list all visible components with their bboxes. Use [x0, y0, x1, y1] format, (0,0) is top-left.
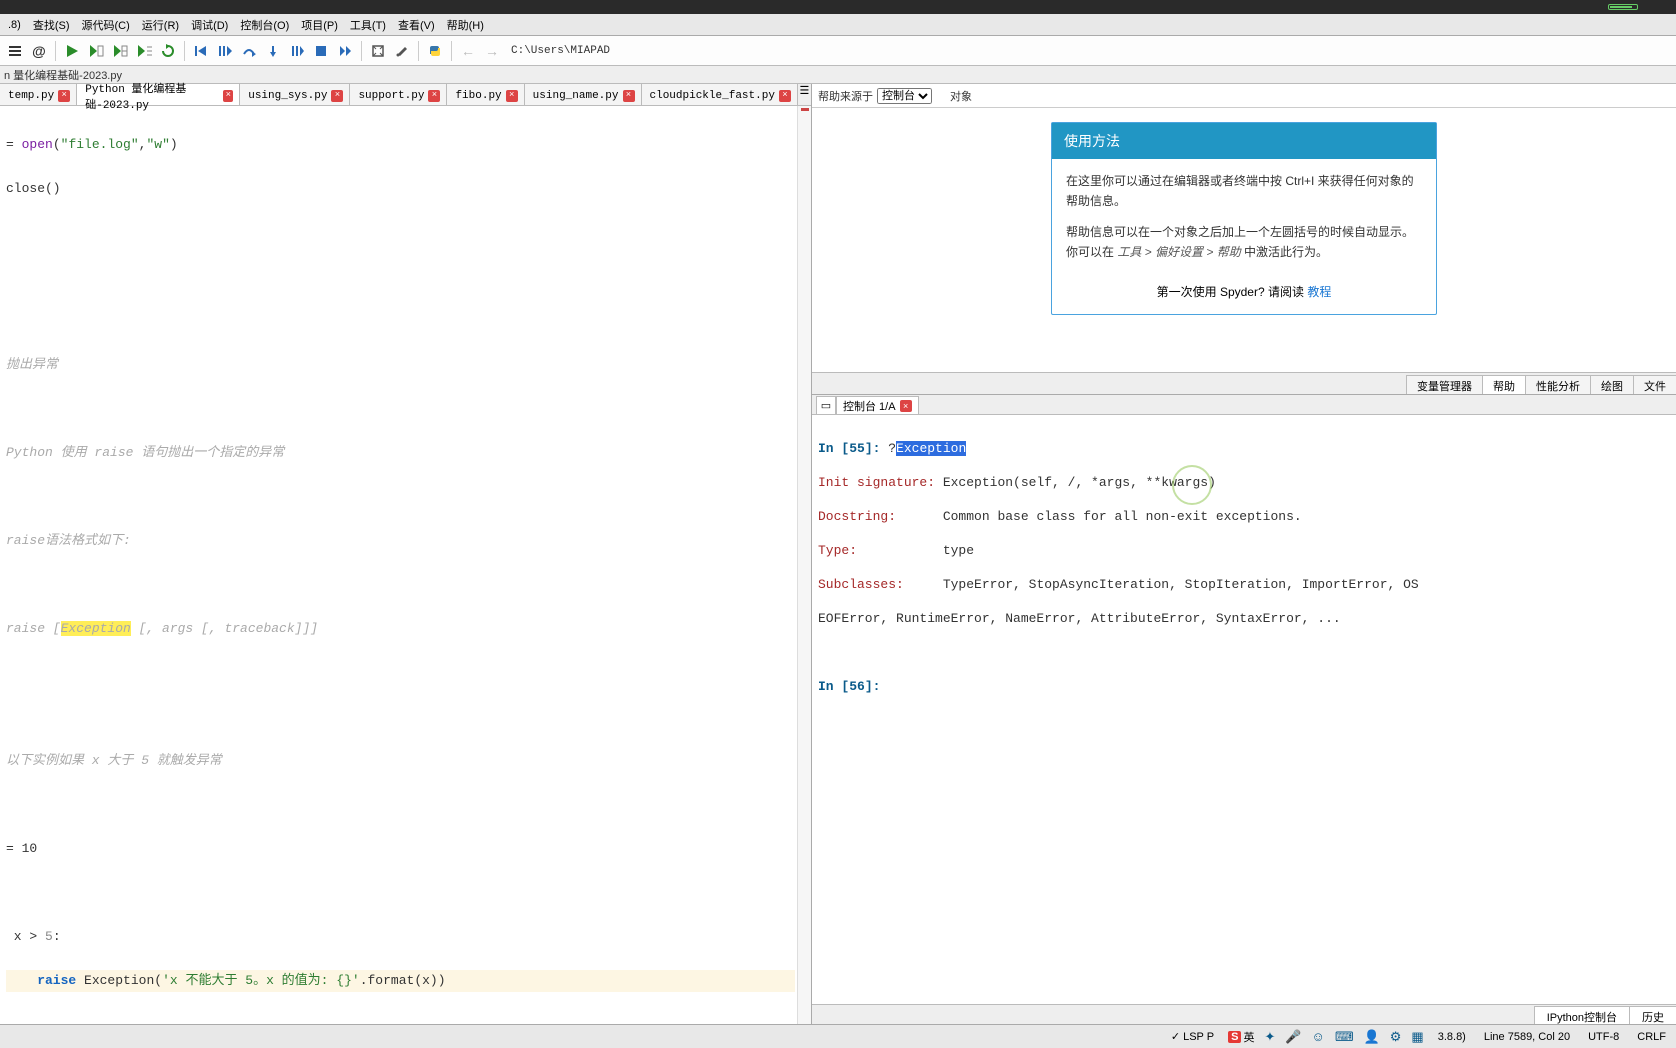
maximize-pane-button[interactable] — [367, 40, 389, 62]
status-encoding: UTF-8 — [1584, 1031, 1623, 1043]
console-bottom-tabs: IPython控制台 历史 — [812, 1004, 1676, 1024]
tab-menu-icon[interactable]: ☰ — [798, 84, 811, 105]
rerun-button[interactable] — [157, 40, 179, 62]
python-path-button[interactable] — [424, 40, 446, 62]
status-mic-icon[interactable]: 🎤 — [1285, 1029, 1301, 1045]
debug-step-button[interactable] — [214, 40, 236, 62]
status-icon-1[interactable]: ✦ — [1264, 1029, 1275, 1045]
scroll-gutter[interactable] — [797, 106, 811, 1024]
close-icon[interactable]: × — [506, 90, 518, 102]
nav-forward-button[interactable]: → — [481, 40, 503, 62]
status-eol: CRLF — [1633, 1031, 1670, 1043]
tab-cloudpickle[interactable]: cloudpickle_fast.py× — [642, 84, 798, 105]
tab-fibo[interactable]: fibo.py× — [447, 84, 524, 105]
status-keyboard-icon[interactable]: ⌨ — [1335, 1029, 1354, 1045]
run-cell-advance-button[interactable] — [109, 40, 131, 62]
close-icon[interactable]: × — [428, 90, 440, 102]
statusbar: ✓ LSP P S 英 ✦ 🎤 ☺ ⌨ 👤 ⚙ ▦ 3.8.8) Line 75… — [0, 1024, 1676, 1048]
tab-support[interactable]: support.py× — [350, 84, 447, 105]
tab-help[interactable]: 帮助 — [1482, 375, 1526, 394]
close-icon[interactable]: × — [623, 90, 635, 102]
debug-step-over-button[interactable] — [238, 40, 260, 62]
debug-stop-button[interactable] — [310, 40, 332, 62]
debug-continue-button[interactable] — [334, 40, 356, 62]
close-icon[interactable]: × — [779, 90, 791, 102]
tab-history[interactable]: 历史 — [1629, 1006, 1676, 1024]
close-icon[interactable]: × — [223, 90, 233, 102]
help-body: 使用方法 在这里你可以通过在编辑器或者终端中按 Ctrl+I 来获得任何对象的帮… — [812, 108, 1676, 372]
close-icon[interactable]: × — [58, 90, 70, 102]
menu-console[interactable]: 控制台(O) — [234, 17, 295, 33]
console-tabs: ▭ 控制台 1/A × — [812, 395, 1676, 415]
toolbar-at-icon[interactable]: @ — [28, 40, 50, 62]
battery-icon — [1608, 4, 1638, 10]
menu-find[interactable]: 查找(S) — [27, 17, 76, 33]
tab-variable-explorer[interactable]: 变量管理器 — [1406, 375, 1483, 394]
menu-help[interactable]: 帮助(H) — [441, 17, 490, 33]
tab-using-sys[interactable]: using_sys.py× — [240, 84, 350, 105]
console-options-icon[interactable]: ▭ — [816, 396, 836, 414]
tab-ipython-console[interactable]: IPython控制台 — [1534, 1006, 1630, 1024]
document-path-bar: n 量化编程基础-2023.py — [0, 66, 1676, 84]
right-panel: 帮助来源于 控制台 对象 使用方法 在这里你可以通过在编辑器或者终端中按 Ctr… — [812, 84, 1676, 1024]
help-tabs: 变量管理器 帮助 性能分析 绘图 文件 — [812, 372, 1676, 394]
status-lsp: ✓ LSP P — [1167, 1030, 1218, 1043]
tab-main-file[interactable]: Python 量化编程基础-2023.py× — [77, 84, 240, 105]
console-tab-1a[interactable]: 控制台 1/A × — [836, 396, 919, 414]
ipython-console[interactable]: In [55]: ?Exception Init signature: Exce… — [812, 415, 1676, 1004]
tab-plots[interactable]: 绘图 — [1590, 375, 1634, 394]
status-cursor-position: Line 7589, Col 20 — [1480, 1031, 1574, 1043]
title-fragment: .8) — [2, 19, 27, 31]
status-smile-icon[interactable]: ☺ — [1312, 1029, 1325, 1044]
help-object-label: 对象 — [950, 88, 972, 104]
main-toolbar: @ ← → C:\Users\MIAPAD — [0, 36, 1676, 66]
debug-step-first-button[interactable] — [190, 40, 212, 62]
help-card-title: 使用方法 — [1052, 123, 1436, 159]
menu-project[interactable]: 项目(P) — [295, 17, 344, 33]
run-button[interactable] — [61, 40, 83, 62]
menu-debug[interactable]: 调试(D) — [185, 17, 234, 33]
run-selection-button[interactable] — [133, 40, 155, 62]
tab-temp[interactable]: temp.py× — [0, 84, 77, 105]
menu-source[interactable]: 源代码(C) — [76, 17, 136, 33]
menu-tools[interactable]: 工具(T) — [344, 17, 392, 33]
window-titlebar — [0, 0, 1676, 14]
help-toolbar: 帮助来源于 控制台 对象 — [812, 84, 1676, 108]
tab-using-name[interactable]: using_name.py× — [525, 84, 642, 105]
help-pane: 帮助来源于 控制台 对象 使用方法 在这里你可以通过在编辑器或者终端中按 Ctr… — [812, 84, 1676, 394]
help-card-p1: 在这里你可以通过在编辑器或者终端中按 Ctrl+I 来获得任何对象的帮助信息。 — [1066, 171, 1422, 212]
debug-step-out-button[interactable] — [286, 40, 308, 62]
code-editor[interactable]: = open("file.log","w") close() 抛出异常 Pyth… — [0, 106, 811, 1024]
help-usage-card: 使用方法 在这里你可以通过在编辑器或者终端中按 Ctrl+I 来获得任何对象的帮… — [1051, 122, 1437, 315]
status-grid-icon[interactable]: ▦ — [1411, 1029, 1423, 1045]
status-gear-icon[interactable]: ⚙ — [1390, 1029, 1402, 1045]
tab-profiler[interactable]: 性能分析 — [1525, 375, 1591, 394]
close-icon[interactable]: × — [900, 400, 912, 412]
tutorial-link[interactable]: 教程 — [1307, 285, 1331, 299]
close-icon[interactable]: × — [331, 90, 343, 102]
editor-tabs: temp.py× Python 量化编程基础-2023.py× using_sy… — [0, 84, 811, 106]
tab-files[interactable]: 文件 — [1633, 375, 1676, 394]
working-dir-path: C:\Users\MIAPAD — [511, 45, 610, 57]
menu-run[interactable]: 运行(R) — [136, 17, 185, 33]
menubar: .8) 查找(S) 源代码(C) 运行(R) 调试(D) 控制台(O) 项目(P… — [0, 14, 1676, 36]
run-cell-button[interactable] — [85, 40, 107, 62]
status-python-version: 3.8.8) — [1434, 1031, 1470, 1043]
ime-indicator[interactable]: S 英 — [1228, 1029, 1254, 1045]
preferences-button[interactable] — [391, 40, 413, 62]
debug-step-into-button[interactable] — [262, 40, 284, 62]
nav-back-button[interactable]: ← — [457, 40, 479, 62]
toolbar-lines-icon[interactable] — [4, 40, 26, 62]
console-pane: ▭ 控制台 1/A × In [55]: ?Exception Init sig… — [812, 394, 1676, 1024]
menu-view[interactable]: 查看(V) — [392, 17, 441, 33]
status-user-icon[interactable]: 👤 — [1364, 1029, 1380, 1045]
editor-pane: temp.py× Python 量化编程基础-2023.py× using_sy… — [0, 84, 812, 1024]
help-source-select[interactable]: 控制台 — [877, 88, 932, 104]
help-source-label: 帮助来源于 — [818, 88, 873, 104]
